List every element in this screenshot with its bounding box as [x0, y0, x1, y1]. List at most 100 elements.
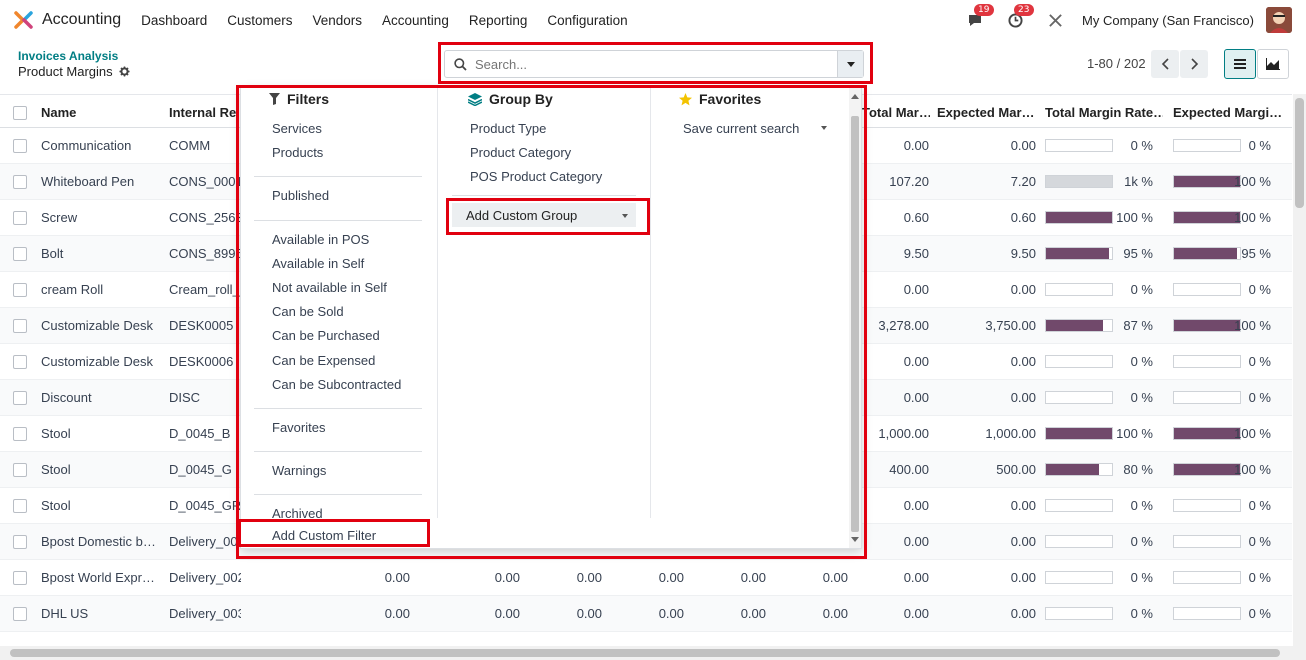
cell-expected-margin: 9.50 — [1010, 246, 1036, 261]
filter-separator — [254, 494, 422, 496]
row-checkbox[interactable] — [13, 427, 27, 441]
total-margin-rate-bar — [1045, 355, 1113, 368]
save-current-search[interactable]: Save current search — [683, 121, 799, 136]
menu-customers[interactable]: Customers — [227, 13, 292, 28]
menu-vendors[interactable]: Vendors — [312, 13, 362, 28]
filter-option[interactable]: Can be Purchased — [272, 328, 380, 343]
search-bar[interactable] — [444, 50, 864, 78]
menu-reporting[interactable]: Reporting — [469, 13, 528, 28]
column-header-total-margin[interactable]: Total Mar… — [862, 105, 930, 120]
area-chart-icon — [1266, 58, 1280, 70]
debug-tools-button[interactable] — [1042, 7, 1068, 33]
row-checkbox[interactable] — [13, 319, 27, 333]
cell-expected-margin: 500.00 — [996, 462, 1036, 477]
search-options-toggle[interactable] — [837, 51, 863, 77]
pager-value[interactable]: 1-80 / 202 — [1087, 56, 1146, 71]
cell-expected-margin-rate: 95 % — [1241, 246, 1271, 261]
total-margin-rate-bar — [1045, 391, 1113, 404]
cell-value: 0.00 — [740, 570, 766, 585]
graph-view-button[interactable] — [1257, 49, 1289, 79]
filter-option[interactable]: Products — [272, 145, 323, 160]
row-checkbox[interactable] — [13, 499, 27, 513]
cell-total-margin-rate: 100 % — [1116, 426, 1153, 441]
row-checkbox[interactable] — [13, 607, 27, 621]
total-margin-rate-bar — [1045, 139, 1113, 152]
pager-previous-button[interactable] — [1151, 50, 1179, 78]
filter-option[interactable]: Can be Sold — [272, 304, 344, 319]
list-view-button[interactable] — [1224, 49, 1256, 79]
horizontal-scrollbar-thumb[interactable] — [10, 649, 1280, 657]
column-header-internal-ref[interactable]: Internal Ref — [169, 105, 239, 120]
groupby-title-text: Group By — [489, 91, 553, 107]
filter-option[interactable]: Available in Self — [272, 256, 364, 271]
filter-option[interactable]: Can be Expensed — [272, 353, 375, 368]
messages-button[interactable]: 19 — [962, 4, 994, 33]
row-checkbox[interactable] — [13, 391, 27, 405]
row-checkbox[interactable] — [13, 247, 27, 261]
row-checkbox[interactable] — [13, 139, 27, 153]
favorites-title-text: Favorites — [699, 91, 762, 107]
cell-internal-ref: Delivery_00 — [169, 534, 238, 549]
table-row[interactable]: DHL US Delivery_003 0.00 0.00 0.00 0.00 0.00 0.… — [0, 596, 1292, 632]
add-custom-filter[interactable]: Add Custom Filter — [272, 528, 376, 543]
row-checkbox[interactable] — [13, 463, 27, 477]
add-custom-group-label: Add Custom Group — [466, 207, 578, 223]
horizontal-scrollbar[interactable] — [0, 646, 1306, 660]
groupby-product-category[interactable]: Product Category — [470, 145, 571, 160]
row-checkbox[interactable] — [13, 535, 27, 549]
menu-configuration[interactable]: Configuration — [547, 13, 627, 28]
filter-option[interactable]: Archived — [272, 506, 323, 521]
total-margin-rate-bar — [1045, 211, 1113, 224]
filter-option[interactable]: Not available in Self — [272, 280, 387, 295]
search-input[interactable] — [475, 56, 825, 72]
scroll-down-icon[interactable] — [851, 537, 859, 542]
filter-separator — [254, 219, 422, 221]
row-checkbox[interactable] — [13, 283, 27, 297]
groupby-product-type[interactable]: Product Type — [470, 121, 546, 136]
menu-dashboard[interactable]: Dashboard — [141, 13, 207, 28]
filter-separator — [254, 408, 422, 409]
scroll-up-icon[interactable] — [851, 94, 859, 99]
caret-down-icon — [622, 214, 628, 218]
filter-option[interactable]: Published — [272, 188, 329, 203]
pager-next-button[interactable] — [1180, 50, 1208, 78]
cell-value: 0.00 — [658, 570, 684, 585]
column-header-expected-margin[interactable]: Expected Mar… — [937, 105, 1035, 120]
filter-option[interactable]: Available in POS — [272, 232, 369, 247]
filter-option[interactable]: Favorites — [272, 420, 325, 435]
menu-accounting[interactable]: Accounting — [382, 13, 449, 28]
row-checkbox[interactable] — [13, 355, 27, 369]
row-checkbox[interactable] — [13, 175, 27, 189]
cell-name: Customizable Desk — [41, 318, 153, 333]
vertical-scrollbar-thumb[interactable] — [1295, 98, 1304, 208]
total-margin-rate-bar — [1045, 427, 1113, 440]
filter-option[interactable]: Services — [272, 121, 322, 136]
company-switcher[interactable]: My Company (San Francisco) — [1082, 13, 1254, 28]
dropdown-scrollbar[interactable] — [849, 88, 861, 548]
groupby-pos-product-category[interactable]: POS Product Category — [470, 169, 602, 184]
column-header-total-margin-rate[interactable]: Total Margin Rate… — [1045, 105, 1163, 120]
breadcrumb-parent[interactable]: Invoices Analysis — [18, 49, 118, 63]
column-header-expected-margin-rate[interactable]: Expected Margi… — [1173, 105, 1281, 120]
layers-icon — [468, 92, 482, 106]
caret-down-icon — [821, 126, 827, 130]
select-all-checkbox[interactable] — [13, 106, 27, 120]
add-custom-group-select[interactable]: Add Custom Group — [452, 203, 636, 227]
app-brand[interactable]: Accounting — [14, 10, 133, 30]
activities-button[interactable]: 23 — [1002, 4, 1034, 33]
table-row[interactable]: Bpost World Expr… Delivery_002 0.00 0.00 0.0… — [0, 560, 1292, 596]
vertical-scrollbar[interactable] — [1293, 94, 1306, 650]
row-checkbox[interactable] — [13, 571, 27, 585]
cell-name: Stool — [41, 426, 71, 441]
column-divider — [650, 88, 651, 518]
column-header-name[interactable]: Name — [41, 105, 76, 120]
cell-expected-margin: 0.00 — [1010, 354, 1036, 369]
filter-option[interactable]: Warnings — [272, 463, 326, 478]
gear-icon[interactable] — [119, 66, 130, 77]
dropdown-scrollbar-thumb[interactable] — [851, 116, 859, 532]
user-avatar[interactable] — [1266, 7, 1292, 33]
filters-title-text: Filters — [287, 91, 330, 107]
cell-internal-ref: Cream_roll_ — [169, 282, 240, 297]
filter-option[interactable]: Can be Subcontracted — [272, 377, 401, 392]
row-checkbox[interactable] — [13, 211, 27, 225]
